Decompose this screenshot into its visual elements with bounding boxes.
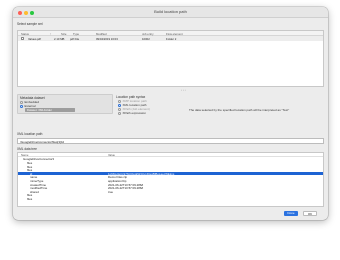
table-row[interactable]: Values.pdf 2.10 MB pdf File 09/04/2019 1… — [18, 36, 323, 41]
location-path-syntax-panel: Location path syntax XMP location path X… — [116, 94, 179, 122]
metadata-dataset-panel: Metadata dataset Embedded External Datas… — [17, 94, 113, 114]
done-button[interactable]: Done — [284, 211, 298, 216]
interpretation-info-text: The data selected by the specified locat… — [189, 108, 290, 112]
xml-location-path-input[interactable]: /GoogleDriveConnector/files[3]/id — [17, 138, 324, 144]
select-sample-label: Select sample xml — [17, 22, 43, 26]
radio-xml-path-button[interactable] — [118, 103, 121, 107]
build-location-path-dialog: Build location path Select sample xml St… — [13, 7, 328, 220]
xml-data-tree[interactable]: Name Value GoogleDriveConnector3 files fil… — [17, 152, 324, 207]
cell-job-entry: 10002 — [142, 36, 150, 41]
radio-external-button[interactable] — [20, 104, 23, 108]
radio-xpath-job-button[interactable] — [118, 107, 121, 111]
cell-size: 2.10 MB — [54, 36, 65, 41]
cell-flow-element: Folder 2 — [166, 36, 177, 41]
title-bar: Build location path — [13, 7, 328, 18]
dataset-select[interactable]: Dataset: XMLFolder — [25, 108, 75, 112]
cell-name: Values.pdf — [28, 36, 42, 41]
sample-files-table[interactable]: Status ↑ Size Type Modified Job entry Fl… — [17, 30, 324, 87]
window-title: Build location path — [154, 9, 187, 14]
tree-row[interactable]: files — [18, 197, 323, 201]
radio-xpath-expression-label: XPath expression — [122, 111, 147, 116]
radio-xpath-expression-button[interactable] — [118, 111, 121, 115]
row-checkbox[interactable] — [21, 36, 24, 40]
dataset-select-value: Dataset: XMLFolder — [27, 108, 52, 113]
tree-row-name: files — [27, 197, 33, 202]
ok-button[interactable]: OK — [303, 211, 317, 216]
xml-location-path-value: /GoogleDriveConnector/files[3]/id — [20, 140, 65, 145]
cell-modified: 09/04/2019 16:03 — [96, 36, 118, 41]
radio-embedded-button[interactable] — [20, 100, 23, 104]
cell-type: pdf File — [70, 36, 80, 41]
xml-data-tree-label: XML data tree — [17, 147, 37, 151]
radio-xmp-path-button[interactable] — [118, 99, 121, 103]
xml-location-path-label: XML location path — [17, 132, 43, 136]
split-grip-icon[interactable]: • • • — [181, 88, 186, 92]
